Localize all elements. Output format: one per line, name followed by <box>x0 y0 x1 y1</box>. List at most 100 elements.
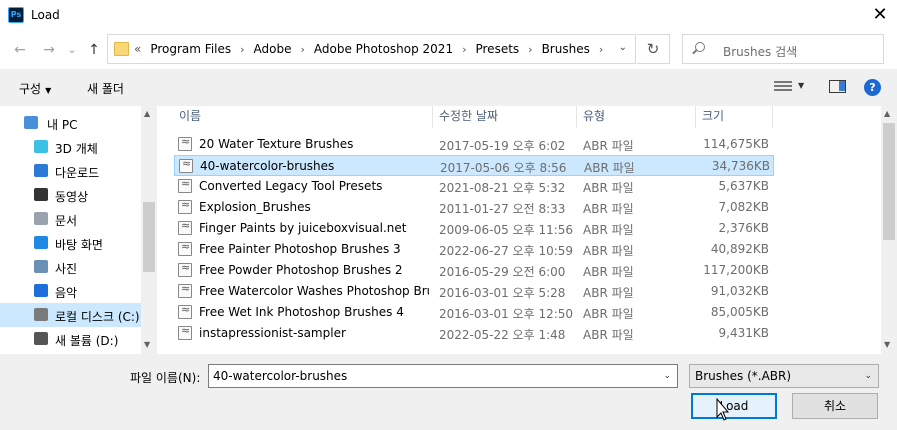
file-list-scrollbar[interactable]: ▲ ▼ <box>881 106 897 354</box>
column-header-date[interactable]: 수정한 날짜 <box>433 106 577 128</box>
local-disk-icon <box>34 308 48 321</box>
file-row[interactable]: Converted Legacy Tool Presets 2021-08-21 … <box>174 176 774 197</box>
abr-file-icon <box>178 282 192 298</box>
file-name: Converted Legacy Tool Presets <box>199 179 383 193</box>
organize-button[interactable]: 구성 ▼ <box>19 80 51 97</box>
chevron-right-icon[interactable]: › <box>528 43 532 56</box>
file-row[interactable]: 20 Water Texture Brushes 2017-05-19 오후 6:… <box>174 134 774 155</box>
file-type-filter[interactable]: Brushes (*.ABR) ⌄ <box>689 364 879 388</box>
pictures-icon <box>34 260 48 273</box>
document-icon <box>34 212 48 225</box>
preview-pane-icon[interactable] <box>829 80 846 93</box>
breadcrumb: « Program Files › Adobe › Adobe Photosho… <box>134 42 612 56</box>
chevron-right-icon[interactable]: › <box>462 43 466 56</box>
file-size: 9,431KB <box>718 326 769 340</box>
abr-file-icon <box>178 261 192 277</box>
file-date: 2017-05-06 오후 8:56 <box>440 161 567 175</box>
breadcrumb-program-files[interactable]: Program Files <box>150 42 231 56</box>
view-list-icon[interactable] <box>774 81 792 93</box>
breadcrumb-adobe[interactable]: Adobe <box>254 42 292 56</box>
file-size: 91,032KB <box>710 284 769 298</box>
back-arrow-icon[interactable]: ← <box>10 40 30 60</box>
sidebar-item-3d-objects[interactable]: 3D 개체 <box>0 135 141 159</box>
sidebar-item-desktop[interactable]: 바탕 화면 <box>0 231 141 255</box>
chevron-right-icon[interactable]: › <box>301 43 305 56</box>
file-row[interactable]: Free Powder Photoshop Brushes 2 2016-05-2… <box>174 260 774 281</box>
chevron-down-icon[interactable]: ⌄ <box>663 371 671 381</box>
file-name: Free Powder Photoshop Brushes 2 <box>199 263 403 277</box>
recent-locations-icon[interactable]: ⌄ <box>62 40 82 60</box>
sidebar-item-videos[interactable]: 동영상 <box>0 183 141 207</box>
sidebar-item-volume-d[interactable]: 새 볼륨 (D:) <box>0 327 141 351</box>
scroll-down-icon[interactable]: ▼ <box>884 340 890 349</box>
column-header-type[interactable]: 유형 <box>577 106 696 128</box>
title-bar: Ps Load ✕ <box>0 0 897 31</box>
column-headers: 이름 ^ 수정한 날짜 유형 크기 <box>157 106 881 128</box>
sidebar-item-this-pc[interactable]: 내 PC <box>0 111 141 135</box>
mouse-cursor-icon <box>716 398 730 421</box>
file-row[interactable]: Finger Paints by juiceboxvisual.net 2009-… <box>174 218 774 239</box>
file-name: Free Painter Photoshop Brushes 3 <box>199 242 401 256</box>
column-header-size[interactable]: 크기 <box>696 106 773 128</box>
forward-arrow-icon[interactable]: → <box>39 40 59 60</box>
search-placeholder: Brushes 검색 <box>723 45 798 59</box>
load-button[interactable]: Load <box>691 393 777 419</box>
breadcrumb-adobe-photoshop-2021[interactable]: Adobe Photoshop 2021 <box>314 42 453 56</box>
close-icon[interactable]: ✕ <box>868 4 892 26</box>
file-row[interactable]: instapressionist-sampler 2022-05-22 오후 1:… <box>174 323 774 344</box>
new-folder-button[interactable]: 새 폴더 <box>87 80 124 97</box>
address-bar[interactable]: « Program Files › Adobe › Adobe Photosho… <box>107 34 636 64</box>
navigation-pane: 내 PC 3D 개체 다운로드 동영상 문서 바탕 화면 사진 음악 로컬 디스… <box>0 106 157 354</box>
file-size: 85,005KB <box>710 305 769 319</box>
breadcrumb-presets[interactable]: Presets <box>475 42 519 56</box>
chevron-right-icon[interactable]: › <box>599 43 603 56</box>
refresh-icon[interactable]: ↻ <box>637 34 670 64</box>
command-toolbar: 구성 ▼ 새 폴더 ▼ ? <box>0 69 897 106</box>
sidebar-item-pictures[interactable]: 사진 <box>0 255 141 279</box>
file-row[interactable]: 40-watercolor-brushes2017-05-06 오후 8:56A… <box>174 155 774 176</box>
scrollbar-thumb[interactable] <box>883 123 895 240</box>
file-date: 2016-03-01 오후 5:28 <box>439 286 566 300</box>
sidebar-item-downloads[interactable]: 다운로드 <box>0 159 141 183</box>
file-size: 5,637KB <box>718 179 769 193</box>
sidebar-item-label: 동영상 <box>55 190 89 204</box>
breadcrumb-brushes[interactable]: Brushes <box>542 42 590 56</box>
chevron-right-icon[interactable]: › <box>240 43 244 56</box>
chevron-down-icon[interactable]: ⌄ <box>864 371 872 381</box>
scrollbar-thumb[interactable] <box>143 202 155 272</box>
sidebar-item-music[interactable]: 음악 <box>0 279 141 303</box>
filename-combobox[interactable]: 40-watercolor-brushes ⌄ <box>208 364 678 388</box>
sidebar-scrollbar[interactable]: ▲ ▼ <box>141 106 157 354</box>
file-date: 2022-06-27 오후 10:59 <box>439 244 574 258</box>
file-row[interactable]: Free Painter Photoshop Brushes 3 2022-06-… <box>174 239 774 260</box>
breadcrumb-overflow[interactable]: « <box>134 42 141 56</box>
file-name: Free Watercolor Washes Photoshop Brus... <box>199 284 429 298</box>
help-icon[interactable]: ? <box>864 79 881 96</box>
scroll-up-icon[interactable]: ▲ <box>144 109 150 118</box>
organize-label: 구성 <box>19 82 42 96</box>
file-size: 117,200KB <box>703 263 769 277</box>
sidebar-item-label: 3D 개체 <box>55 142 98 156</box>
file-size: 34,736KB <box>711 159 770 173</box>
abr-file-icon <box>178 198 192 214</box>
sidebar-item-label: 내 PC <box>47 118 78 132</box>
up-arrow-icon[interactable]: ↑ <box>84 40 104 60</box>
volume-icon <box>34 332 48 345</box>
scroll-down-icon[interactable]: ▼ <box>144 340 150 349</box>
file-row[interactable]: Explosion_Brushes2011-01-27 오전 8:33ABR 파… <box>174 197 774 218</box>
search-input[interactable]: Brushes 검색 <box>682 34 884 64</box>
file-date: 2017-05-19 오후 6:02 <box>439 139 566 153</box>
file-row[interactable]: Free Wet Ink Photoshop Brushes 4 2016-03-… <box>174 302 774 323</box>
caret-down-icon: ▼ <box>45 86 52 95</box>
sidebar-item-local-disk-c[interactable]: 로컬 디스크 (C:) <box>0 303 141 327</box>
file-row[interactable]: Free Watercolor Washes Photoshop Brus...… <box>174 281 774 302</box>
scroll-up-icon[interactable]: ▲ <box>884 109 890 118</box>
sidebar-item-label: 새 볼륨 (D:) <box>55 334 119 348</box>
chevron-down-icon[interactable]: ⌄ <box>619 42 627 53</box>
filename-value[interactable]: 40-watercolor-brushes <box>213 369 347 383</box>
cancel-button[interactable]: 취소 <box>792 393 878 419</box>
file-name: 40-watercolor-brushes <box>200 159 335 173</box>
caret-down-icon[interactable]: ▼ <box>798 81 804 90</box>
sidebar-item-documents[interactable]: 문서 <box>0 207 141 231</box>
file-size: 40,892KB <box>710 242 769 256</box>
